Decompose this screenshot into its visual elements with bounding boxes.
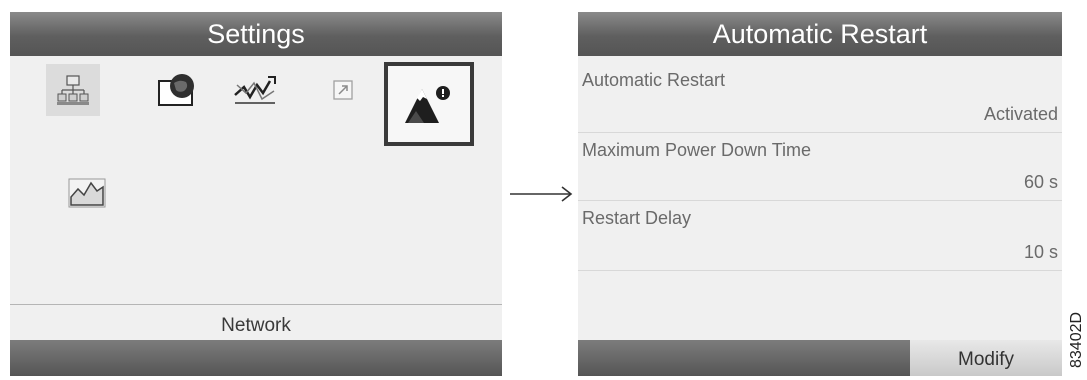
figure-code: 83402D (1068, 312, 1085, 368)
row-divider (578, 270, 1062, 271)
area-chart-icon[interactable] (60, 166, 114, 218)
setting-label: Automatic Restart (582, 70, 726, 90)
setting-value: 60 s (1023, 172, 1058, 192)
arrow-right-icon (510, 186, 573, 202)
setting-value: 10 s (1023, 242, 1058, 262)
selected-icon-frame[interactable] (384, 62, 474, 146)
folder-globe-icon[interactable] (150, 64, 204, 116)
automatic-restart-screen: Automatic Restart Automatic Restart Acti… (578, 12, 1062, 376)
trend-signal-icon[interactable] (228, 64, 282, 116)
network-icon[interactable] (46, 64, 100, 116)
selected-item-label: Network (221, 315, 291, 336)
modify-button[interactable]: Modify (910, 340, 1062, 376)
setting-label: Restart Delay (582, 208, 692, 228)
mountain-alert-icon (405, 86, 450, 123)
settings-title: Settings (10, 12, 502, 56)
row-divider (578, 200, 1062, 201)
setting-value: Activated (983, 104, 1058, 124)
automatic-restart-title: Automatic Restart (578, 12, 1062, 56)
status-divider (10, 304, 502, 305)
row-divider (578, 132, 1062, 133)
settings-screen: Settings Network (10, 12, 502, 376)
svg-text:83402D: 83402D (1068, 312, 1085, 368)
settings-footer-bar (10, 340, 502, 376)
external-link-icon[interactable] (316, 64, 370, 116)
setting-label: Maximum Power Down Time (582, 140, 812, 160)
